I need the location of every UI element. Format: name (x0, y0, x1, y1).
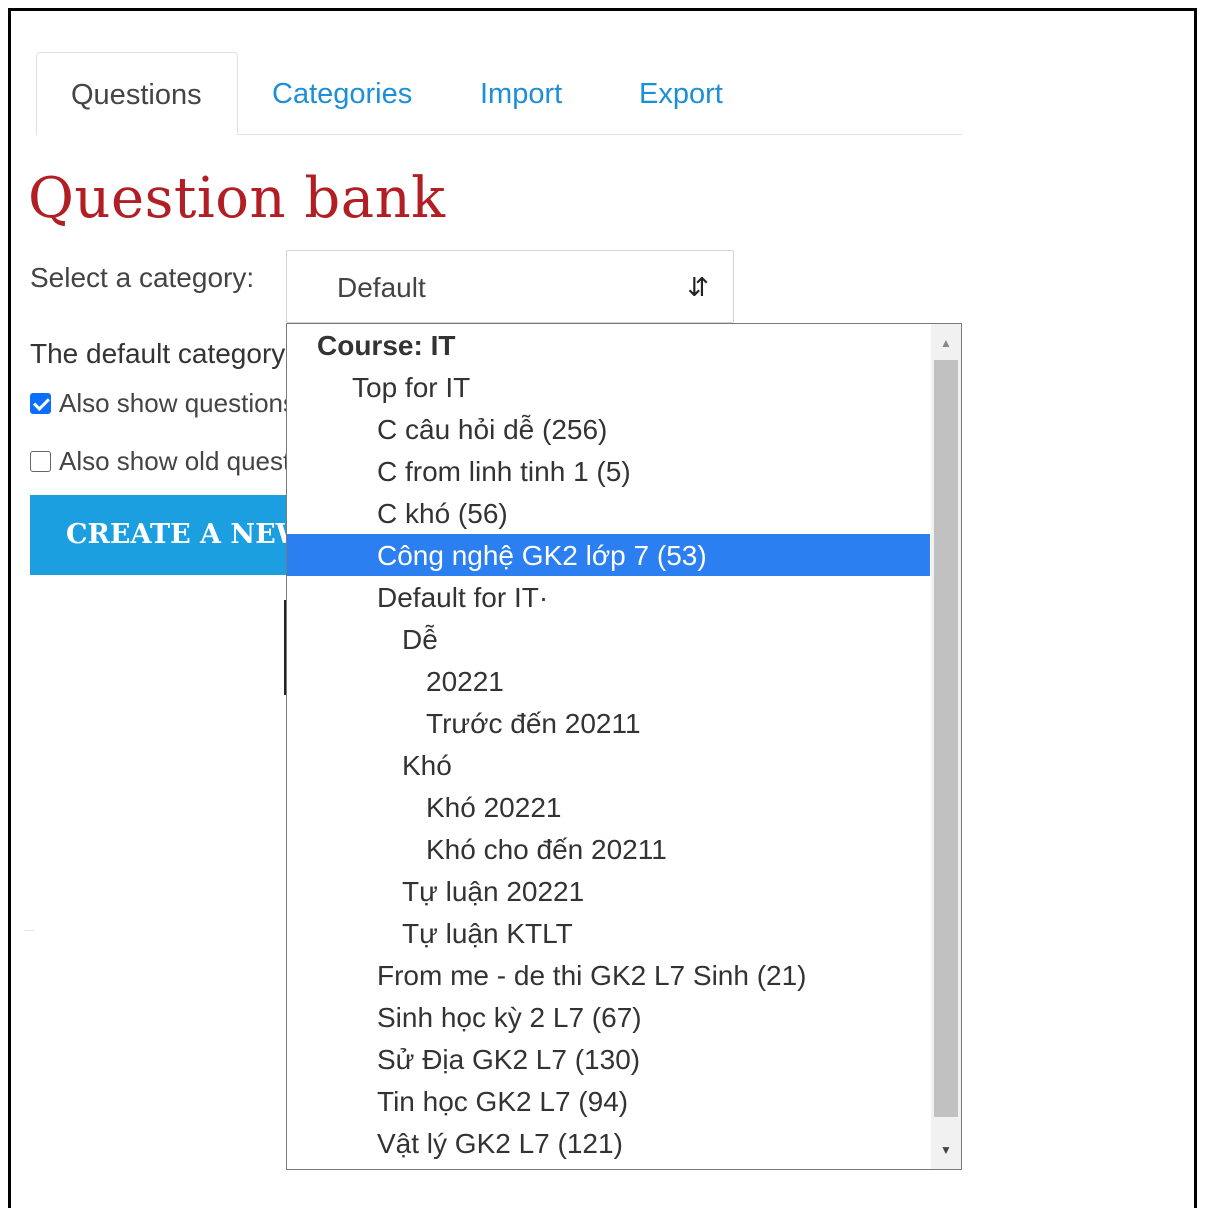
category-select-label: Select a category: (30, 262, 255, 293)
default-category-text: The default category (30, 338, 286, 369)
category-option[interactable]: 20221 (287, 660, 930, 702)
category-option[interactable]: C khó (56) (287, 492, 930, 534)
divider (24, 930, 34, 931)
tab-export[interactable]: Export (605, 52, 757, 134)
tab-questions[interactable]: Questions (36, 52, 238, 135)
category-option[interactable]: Công nghệ GK2 lớp 7 (53) (287, 534, 930, 576)
category-select-value: Default (337, 272, 426, 303)
category-option[interactable]: Khó (287, 744, 930, 786)
category-select[interactable]: Default ⇵ (286, 250, 734, 323)
scroll-down-arrow-icon[interactable]: ▼ (931, 1135, 961, 1165)
category-option[interactable]: Khó 20221 (287, 786, 930, 828)
category-option[interactable]: Tin học GK2 L7 (94) (287, 1080, 930, 1122)
category-option[interactable]: Trước đến 20211 (287, 702, 930, 744)
tab-import[interactable]: Import (446, 52, 596, 134)
category-option[interactable]: From me - de thi GK2 L7 Sinh (21) (287, 954, 930, 996)
category-option[interactable]: Vật lý GK2 L7 (121) (287, 1122, 930, 1164)
scroll-up-arrow-icon[interactable]: ▲ (931, 328, 961, 358)
tab-categories[interactable]: Categories (238, 52, 446, 134)
category-option[interactable]: C from linh tinh 1 (5) (287, 450, 930, 492)
show-subcategories-checkbox[interactable] (30, 393, 51, 414)
category-option[interactable]: Sử Địa GK2 L7 (130) (287, 1038, 930, 1080)
category-option[interactable]: Dễ (287, 618, 930, 660)
category-option[interactable]: Top for IT (287, 366, 930, 408)
category-option[interactable]: Default for IT· (287, 576, 930, 618)
scrollbar-thumb[interactable] (934, 360, 958, 1117)
category-option[interactable]: Sinh học kỳ 2 L7 (67) (287, 996, 930, 1038)
dropdown-scrollbar[interactable]: ▲ ▼ (931, 324, 961, 1169)
category-option[interactable]: Tự luận KTLT (287, 912, 930, 954)
page-title: Question bank (28, 166, 446, 231)
category-option[interactable]: Tự luận 20221 (287, 870, 930, 912)
category-options: Course: IT Top for IT C câu hỏi dễ (256) C … (287, 324, 930, 1164)
category-dropdown-list[interactable]: Course: IT Top for IT C câu hỏi dễ (256) C … (286, 323, 962, 1170)
show-old-questions-checkbox[interactable] (30, 451, 51, 472)
tab-bar: Questions Categories Import Export (36, 52, 962, 135)
create-new-question-button[interactable]: CREATE A NEW QUESTION (30, 495, 330, 575)
updown-arrows-icon: ⇵ (687, 272, 709, 302)
category-option[interactable]: C câu hỏi dễ (256) (287, 408, 930, 450)
category-option[interactable]: Khó cho đến 20211 (287, 828, 930, 870)
option-group-header: Course: IT (317, 330, 456, 361)
